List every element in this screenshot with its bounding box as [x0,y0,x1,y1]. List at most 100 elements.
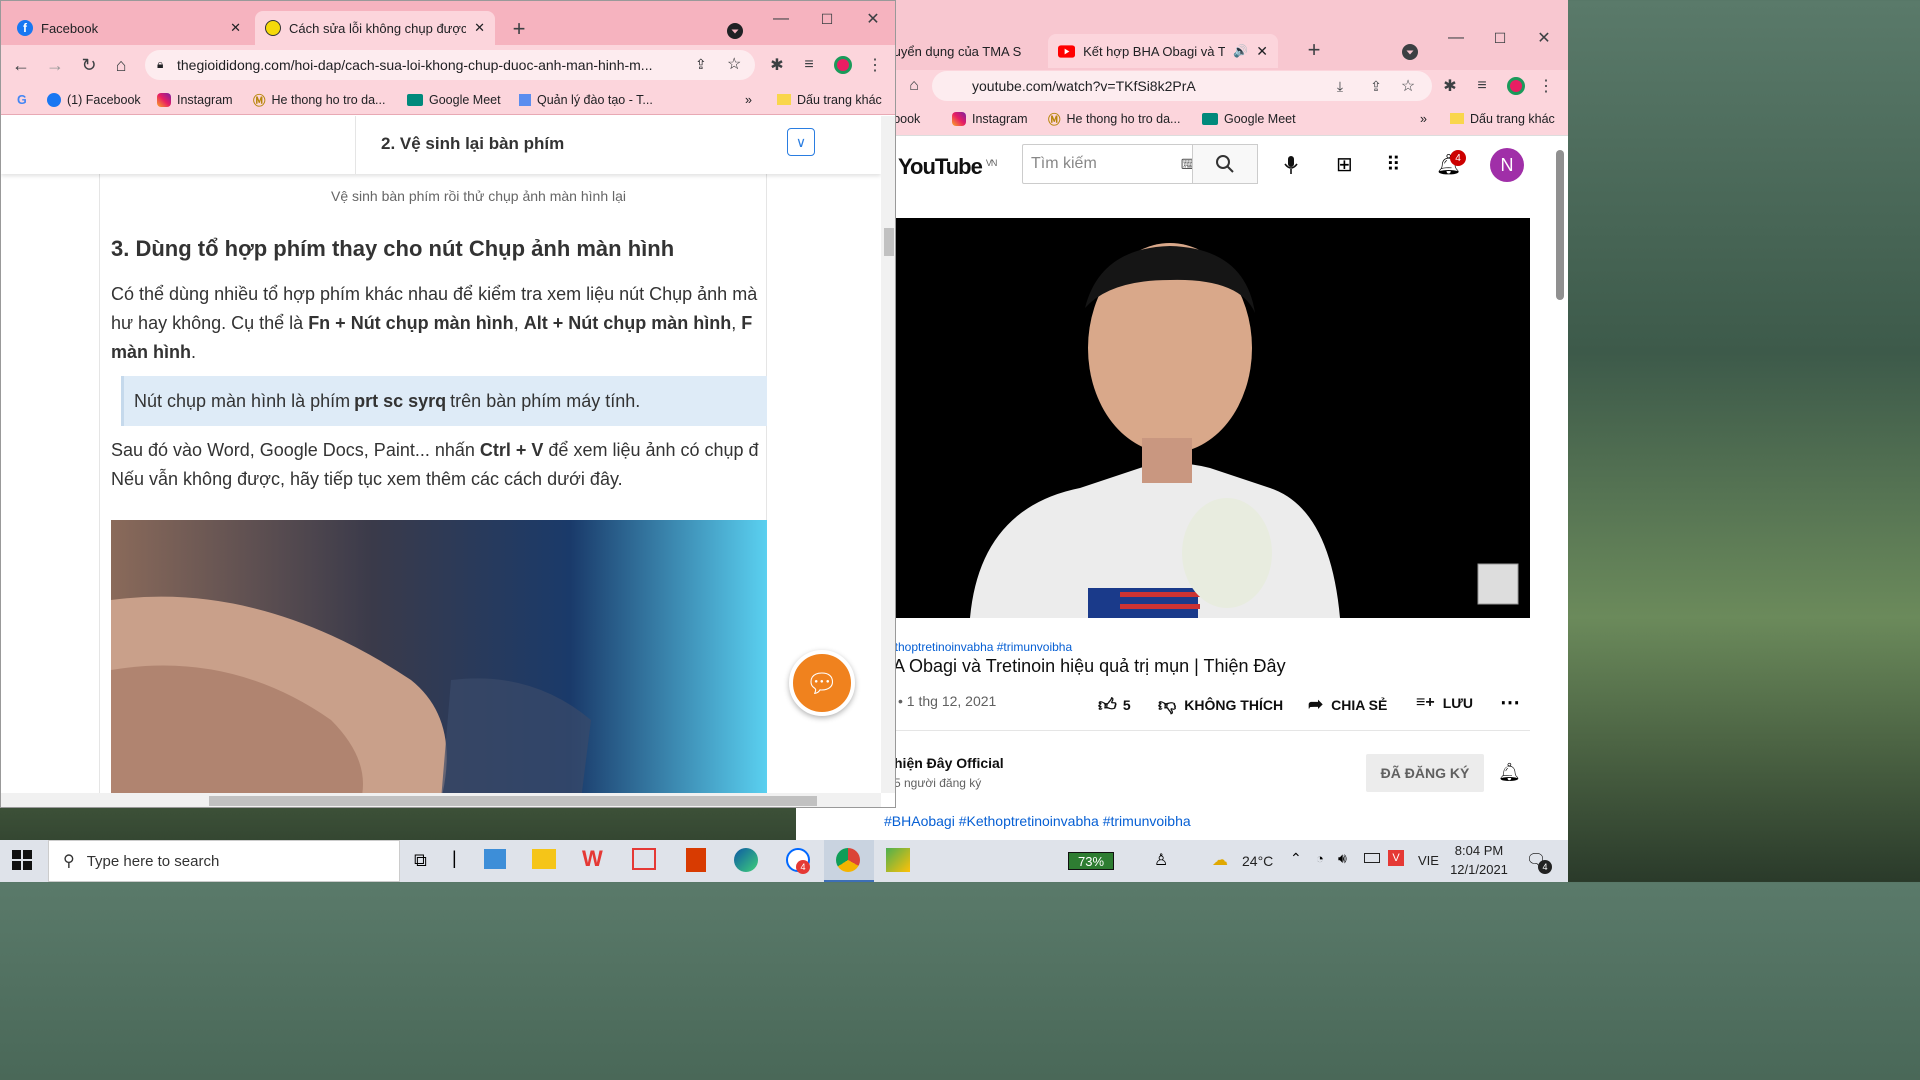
bookmark-instagram[interactable]: Instagram [952,102,1028,135]
forward-icon[interactable]: → [41,51,69,79]
search-box[interactable]: ⚲ Type here to search [48,840,400,882]
battery-icon[interactable] [1364,853,1380,863]
subscribed-button[interactable]: ĐÃ ĐĂNG KÝ [1366,754,1484,792]
file-explorer-icon[interactable] [532,849,556,869]
bookmark-instagram[interactable]: Instagram [157,85,233,114]
close-window-button[interactable]: ✕ [859,5,887,33]
chrome-taskbar-button[interactable] [824,840,874,882]
bookmark-other[interactable]: Dấu trang khác [1450,102,1555,135]
language-indicator[interactable]: VIE [1418,853,1439,868]
maximize-button[interactable]: ☐ [813,5,841,33]
bookmark-google-meet[interactable]: Google Meet [407,85,501,114]
star-icon[interactable]: ☆ [727,54,741,74]
share-icon[interactable]: ⇪ [695,56,707,73]
close-tab-icon[interactable]: ✕ [230,20,241,36]
new-tab-button[interactable]: + [1300,36,1328,64]
chevron-up-icon[interactable]: ⌃ [1290,850,1302,867]
close-window-button[interactable]: ✕ [1530,24,1558,52]
hashtags[interactable]: Kethoptretinoinvabha #trimunvoibha [880,640,1072,654]
close-tab-icon[interactable]: ✕ [1256,43,1268,60]
minimize-button[interactable]: — [767,5,795,33]
bell-icon[interactable]: 🔔︎ [1498,762,1521,783]
volume-icon[interactable]: 🔊︎ [1338,850,1347,867]
tab-article[interactable]: Cách sửa lỗi không chụp được ản ✕ [255,11,495,45]
video-player[interactable] [880,218,1530,618]
people-icon[interactable]: ♙ [1154,850,1168,870]
save-button[interactable]: ≡+ LƯU [1416,694,1473,712]
google-bookmark-icon[interactable]: G [17,85,27,114]
sticky-toc[interactable]: 2. Vệ sinh lại bàn phím ∨ [1,116,881,174]
extensions-icon[interactable]: ✱ [763,51,791,79]
weather-temp[interactable]: 24°C [1242,853,1273,869]
avatar[interactable]: N [1490,148,1524,182]
wps-office-icon[interactable]: W [582,846,603,872]
unikey-icon[interactable]: V [1388,850,1404,866]
vertical-scrollbar[interactable] [881,116,895,793]
tab-facebook[interactable]: f Facebook ✕ [7,11,251,45]
channel-name[interactable]: hiện Đây Official [894,755,1004,771]
task-view-icon[interactable]: ⧉ [414,850,427,871]
home-icon[interactable]: ⌂ [107,51,135,79]
media-icon[interactable]: ≡ [1468,72,1496,100]
apps-icon[interactable]: ⠿ [1386,152,1401,177]
share-icon[interactable]: ⇪ [1362,72,1390,100]
office-icon[interactable] [686,848,706,872]
app-icon[interactable] [484,849,506,869]
bookmark-facebook[interactable]: (1) Facebook [47,85,141,114]
maximize-button[interactable]: ☐ [1486,24,1514,52]
search-input[interactable]: Tìm kiếm ⌨ [1022,144,1212,184]
bookmark-hethong[interactable]: Ⓜ He thong ho tro da... [253,85,385,114]
address-bar[interactable]: 🔒︎ thegioididong.com/hoi-dap/cach-sua-lo… [145,50,755,80]
chat-bubble-button[interactable]: 💬︎ [789,650,855,716]
minimize-button[interactable]: — [1442,24,1470,52]
chevron-down-icon[interactable]: ∨ [787,128,815,156]
bookmark-quanly[interactable]: Quản lý đào tạo - T... [519,85,653,114]
wifi-icon[interactable]: ◔ [1316,851,1324,866]
edge-icon[interactable] [734,848,758,872]
bookmark-hethong[interactable]: Ⓜ He thong ho tro da... [1048,102,1180,135]
tab-youtube[interactable]: Kết hợp BHA Obagi và Tretin 🔊 ✕ [1048,34,1278,68]
home-icon[interactable]: ⌂ [900,72,928,100]
youtube-logo[interactable]: YouTube VN [898,154,997,180]
new-tab-button[interactable]: + [505,15,533,43]
create-video-icon[interactable]: ⊞ [1336,152,1353,177]
profile-icon[interactable] [829,51,857,79]
media-icon[interactable]: ≡ [795,51,823,79]
download-icon[interactable]: ⤓ [1326,72,1354,100]
page-scrollbar[interactable] [1556,150,1564,300]
bookmark-google-meet[interactable]: Google Meet [1202,102,1296,135]
like-button[interactable]: 👍︎ 5 [1098,694,1131,716]
tab-tma[interactable]: tuyển dụng của TMA S [880,34,1048,68]
weather-icon[interactable]: ☁ [1212,850,1228,870]
app-icon[interactable] [632,848,656,870]
scroll-thumb[interactable] [209,796,817,806]
horizontal-scrollbar[interactable] [1,793,881,807]
tab-search-icon[interactable] [721,17,749,45]
clock[interactable]: 8:04 PM 12/1/2021 [1450,843,1508,877]
description-hashtags[interactable]: #BHAobagi #Kethoptretinoinvabha #trimunv… [884,813,1191,829]
bookmarks-overflow[interactable]: » [745,85,752,114]
bookmark-other[interactable]: Dấu trang khác [777,85,882,114]
share-button[interactable]: ➦ CHIA SẺ [1308,694,1387,715]
extensions-icon[interactable]: ✱ [1436,72,1464,100]
scroll-thumb[interactable] [884,228,894,256]
close-tab-icon[interactable]: ✕ [474,20,485,36]
menu-icon[interactable]: ⋮ [1532,72,1560,100]
dislike-button[interactable]: 👎︎ KHÔNG THÍCH [1158,694,1283,716]
bookmarks-overflow[interactable]: » [1420,102,1427,135]
menu-icon[interactable]: ⋮ [861,51,889,79]
battery-badge[interactable]: 73% [1068,852,1114,870]
more-actions-icon[interactable]: ⋯ [1500,690,1520,715]
star-icon[interactable]: ☆ [1394,72,1422,100]
audio-icon[interactable]: 🔊 [1233,44,1248,58]
bookmark-label: » [745,92,752,107]
tab-search-icon[interactable] [1396,38,1424,66]
mic-icon[interactable] [1276,150,1306,180]
bluestacks-icon[interactable] [886,848,910,872]
address-bar[interactable]: youtube.com/watch?v=TKfSi8k2PrA [932,71,1432,101]
windows-start-icon[interactable] [12,850,34,872]
back-icon[interactable]: ← [7,51,35,79]
profile-icon[interactable] [1502,72,1530,100]
search-button[interactable] [1192,144,1258,184]
reload-icon[interactable]: ↻ [75,51,103,79]
